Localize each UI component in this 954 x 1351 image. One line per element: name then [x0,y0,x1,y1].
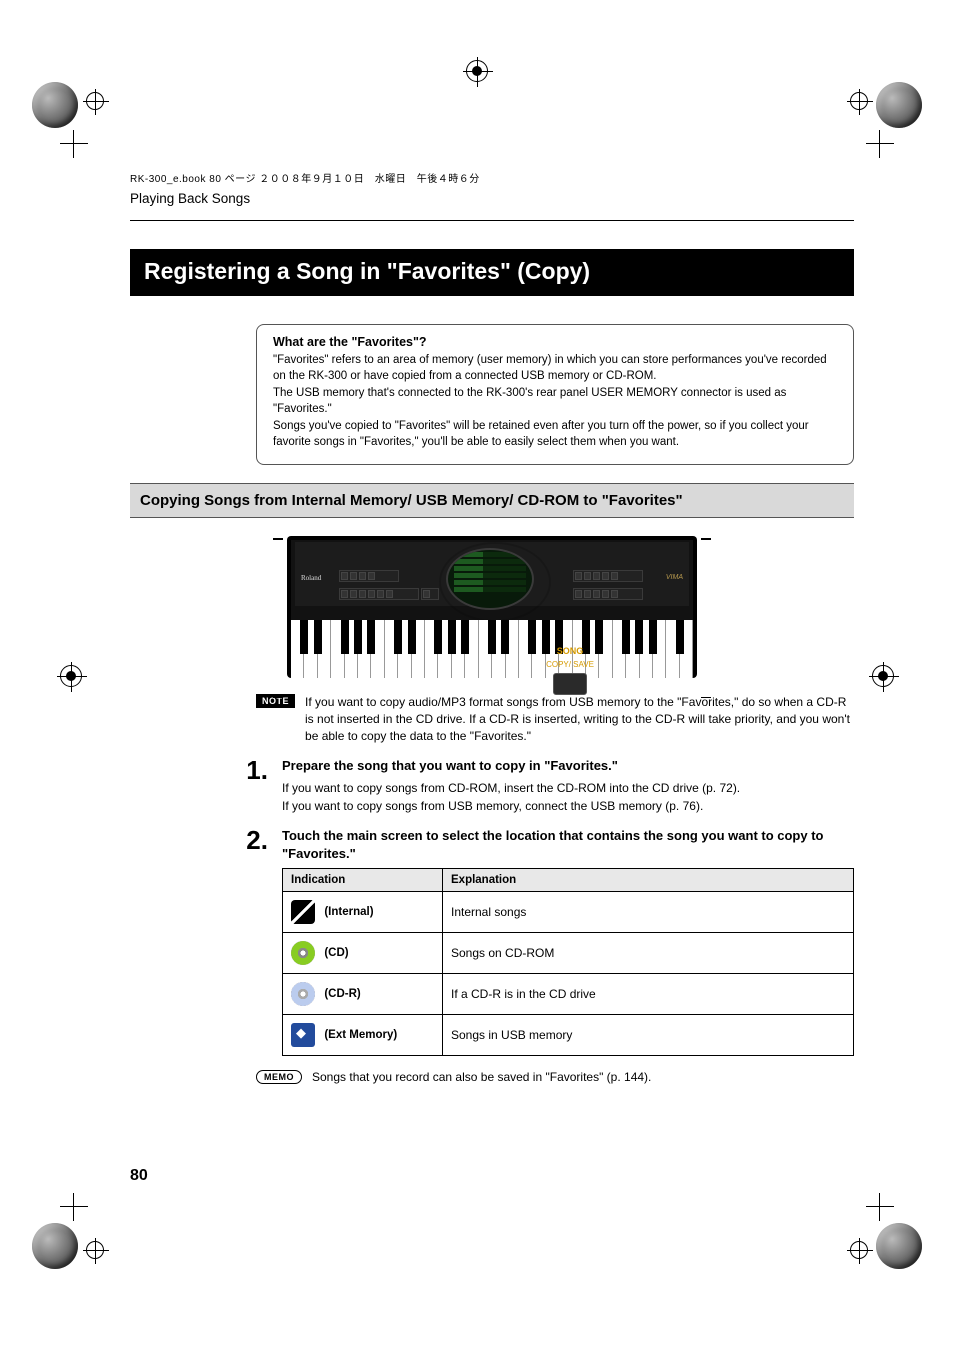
table-row: (CD-R) If a CD-R is in the CD drive [283,974,854,1015]
print-corner-knob [32,1223,78,1269]
info-box-paragraph: "Favorites" refers to an area of memory … [273,353,837,384]
indication-label: (Internal) [324,906,373,918]
memo-block: MEMO Songs that you record can also be s… [256,1070,854,1084]
step-lead: Touch the main screen to select the loca… [282,827,854,862]
crop-mark-icon [60,130,88,158]
page-number: 80 [130,1167,148,1185]
registration-target-icon [86,92,104,110]
crop-mark-icon [60,1193,88,1221]
info-box-title: What are the "Favorites"? [273,335,837,349]
song-copy-callout: SONG COPY/ SAVE [537,646,603,695]
keyboard-panel: Roland VIMA [291,540,693,620]
registration-target-icon [60,665,82,687]
registration-target-icon [466,60,488,82]
registration-target-icon [850,1241,868,1259]
step-number: 1 [244,757,268,815]
header-meta-line: RK-300_e.book 80 ページ ２００８年９月１０日 水曜日 午後４時… [130,170,854,185]
horizontal-rule [130,220,854,221]
copy-save-button-icon [553,673,587,695]
info-box-paragraph: Songs you've copied to "Favorites" will … [273,419,837,450]
callout-song-label: SONG [537,646,603,656]
section-title: Playing Back Songs [130,191,854,206]
page-title-band: Registering a Song in "Favorites" (Copy) [130,249,854,296]
crop-mark-icon [866,130,894,158]
indication-label: (Ext Memory) [324,1029,397,1041]
vima-logo: VIMA [666,574,683,581]
memo-text: Songs that you record can also be saved … [312,1070,651,1084]
registration-target-icon [872,665,894,687]
step-paragraph: If you want to copy songs from CD-ROM, i… [282,780,854,797]
page-content: RK-300_e.book 80 ページ ２００８年９月１０日 水曜日 午後４時… [130,170,854,1181]
indication-explanation: Songs on CD-ROM [443,933,854,974]
table-row: (Ext Memory) Songs in USB memory [283,1015,854,1056]
usb-memory-icon [291,1023,315,1047]
indication-explanation: Internal songs [443,892,854,933]
note-block: NOTE If you want to copy audio/MP3 forma… [256,694,854,744]
step-1: 1 Prepare the song that you want to copy… [244,757,854,815]
memo-badge: MEMO [256,1070,302,1084]
cd-icon [291,941,315,965]
print-corner-knob [876,82,922,128]
brand-label: Roland [301,574,321,582]
cdr-icon [291,982,315,1006]
indication-explanation: Songs in USB memory [443,1015,854,1056]
step-lead: Prepare the song that you want to copy i… [282,757,854,775]
indication-label: (CD-R) [324,988,360,1000]
info-box-paragraph: The USB memory that's connected to the R… [273,386,837,417]
registration-target-icon [86,1241,104,1259]
piano-keys-icon [291,620,693,678]
keyboard-figure: Roland VIMA [287,536,697,678]
step-2: 2 Touch the main screen to select the lo… [244,827,854,1056]
table-row: (CD) Songs on CD-ROM [283,933,854,974]
table-header-indication: Indication [283,869,443,892]
registration-target-icon [850,92,868,110]
book-meta-text: RK-300_e.book 80 ページ ２００８年９月１０日 水曜日 午後４時… [130,174,480,185]
indication-table: Indication Explanation (Internal) Intern… [282,868,854,1056]
callout-copy-label: COPY/ SAVE [537,660,603,669]
subsection-heading: Copying Songs from Internal Memory/ USB … [130,483,854,518]
favorites-info-box: What are the "Favorites"? "Favorites" re… [256,324,854,465]
indication-explanation: If a CD-R is in the CD drive [443,974,854,1015]
step-number: 2 [244,827,268,1056]
step-paragraph: If you want to copy songs from USB memor… [282,798,854,815]
internal-icon [291,900,315,924]
print-corner-knob [876,1223,922,1269]
table-header-explanation: Explanation [443,869,854,892]
table-row: (Internal) Internal songs [283,892,854,933]
indication-label: (CD) [324,947,348,959]
crop-mark-icon [866,1193,894,1221]
print-corner-knob [32,82,78,128]
lcd-screen-icon [446,548,534,610]
note-text: If you want to copy audio/MP3 format son… [305,694,854,744]
